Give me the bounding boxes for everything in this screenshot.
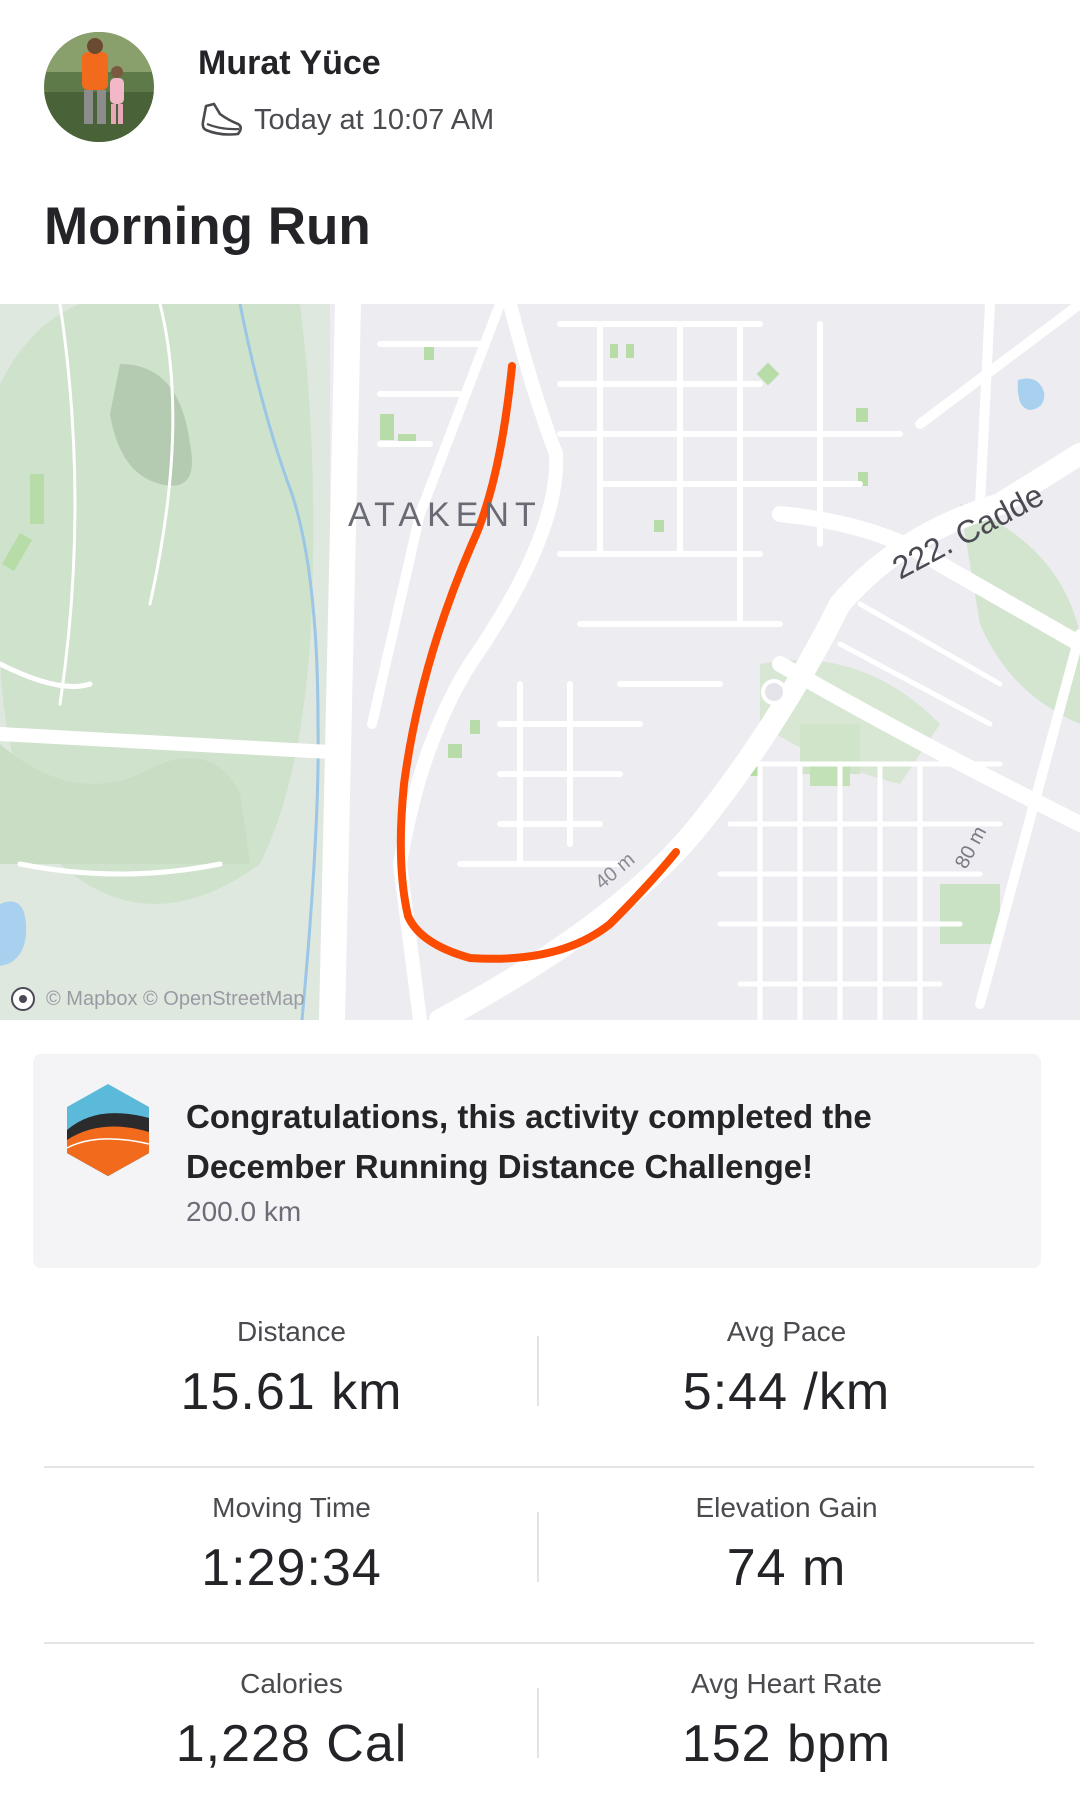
- running-shoe-icon: [201, 102, 242, 136]
- stat-label: Avg Pace: [726, 1316, 847, 1347]
- activity-meta: Today at 10:07 AM: [198, 98, 494, 142]
- challenge-goal: 200.0 km: [186, 1196, 302, 1227]
- attribution-text: © Mapbox © OpenStreetMap: [46, 987, 305, 1010]
- stat-value: 5:44 /km: [682, 1363, 891, 1421]
- stat-label: Avg Heart Rate: [691, 1668, 882, 1699]
- stat-value: 1,228 Cal: [175, 1715, 408, 1773]
- activity-timestamp: Today at 10:07 AM: [254, 103, 495, 136]
- stat-label: Moving Time: [212, 1492, 371, 1523]
- stats-row: Moving Time 1:29:34 Elevation Gain 74 m: [44, 1468, 1034, 1644]
- mapbox-logo-icon: [11, 987, 35, 1011]
- stat-value: 74 m: [726, 1539, 847, 1597]
- map-attribution[interactable]: © Mapbox © OpenStreetMap: [10, 986, 305, 1012]
- avatar[interactable]: [44, 32, 154, 142]
- stat-label: Calories: [240, 1668, 343, 1699]
- stat-calories: Calories 1,228 Cal: [44, 1644, 539, 1774]
- stats-row: Distance 15.61 km Avg Pace 5:44 /km: [44, 1292, 1034, 1468]
- activity-header: Murat Yüce Today at 10:07 AM: [0, 0, 1080, 170]
- stat-label: Distance: [237, 1316, 346, 1347]
- stats-grid: Distance 15.61 km Avg Pace 5:44 /km Movi…: [44, 1292, 1034, 1800]
- stat-elevation-gain: Elevation Gain 74 m: [539, 1468, 1034, 1598]
- stat-distance: Distance 15.61 km: [44, 1292, 539, 1422]
- athlete-name[interactable]: Murat Yüce: [198, 44, 381, 83]
- stat-moving-time: Moving Time 1:29:34: [44, 1468, 539, 1598]
- stats-row: Calories 1,228 Cal Avg Heart Rate 152 bp…: [44, 1644, 1034, 1800]
- challenge-card[interactable]: Congratulations, this activity completed…: [33, 1054, 1041, 1268]
- activity-title[interactable]: Morning Run: [44, 196, 371, 257]
- stat-value: 1:29:34: [201, 1539, 382, 1597]
- challenge-badge-icon: [67, 1084, 149, 1176]
- stat-avg-pace: Avg Pace 5:44 /km: [539, 1292, 1034, 1422]
- challenge-message: Congratulations, this activity completed…: [186, 1098, 872, 1185]
- stat-label: Elevation Gain: [695, 1492, 878, 1523]
- stat-value: 15.61 km: [180, 1363, 403, 1421]
- map-canvas: ATAKENT 222. Cadde 40 m 80 m: [0, 304, 1080, 1020]
- route-map[interactable]: ATAKENT 222. Cadde 40 m 80 m © Mapbox © …: [0, 304, 1080, 1020]
- stat-value: 152 bpm: [681, 1715, 892, 1773]
- stat-avg-heart-rate: Avg Heart Rate 152 bpm: [539, 1644, 1034, 1774]
- place-label: ATAKENT: [348, 496, 542, 534]
